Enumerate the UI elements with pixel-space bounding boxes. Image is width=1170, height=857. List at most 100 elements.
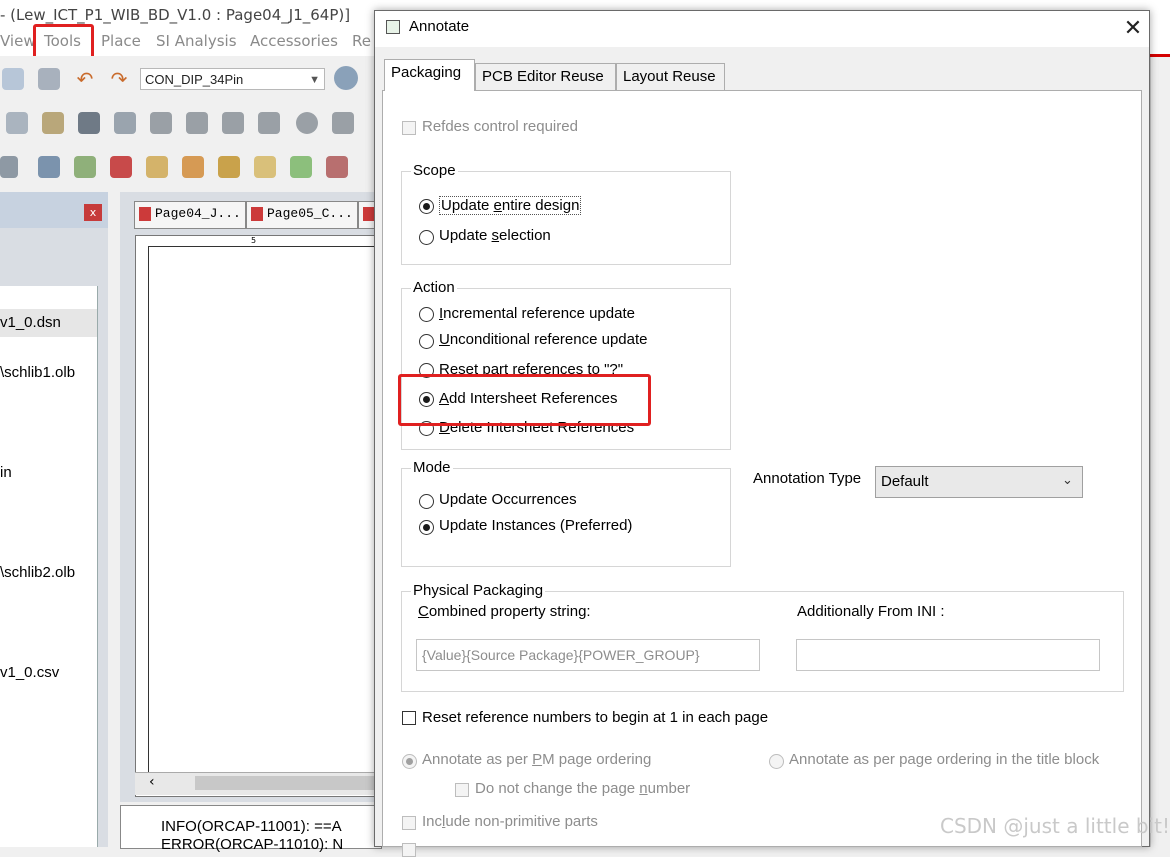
export-icon[interactable] [74, 156, 96, 178]
scope-title: Scope [411, 162, 458, 179]
watermark: CSDN @just a little bit! [940, 814, 1170, 838]
dialog-title-bar [375, 11, 1149, 47]
annotation-type-select[interactable]: Default [875, 466, 1083, 498]
annotation-type-label: Annotation Type [753, 470, 862, 487]
table-icon[interactable] [326, 156, 348, 178]
additionally-from-ini-input[interactable] [796, 639, 1100, 671]
annotate-icon[interactable] [218, 156, 240, 178]
tree-item-dsn[interactable]: v1_0.dsn [0, 314, 61, 331]
label-annotate-pm-ordering: Annotate as per PM page ordering [422, 751, 652, 768]
netlist-icon[interactable] [38, 156, 60, 178]
schematic-border [148, 246, 149, 776]
menu-si-analysis[interactable]: SI Analysis [156, 30, 237, 56]
close-icon[interactable]: ✕ [1118, 14, 1148, 44]
probe-voltage-icon[interactable] [150, 112, 172, 134]
results-icon[interactable] [114, 112, 136, 134]
radio-annotate-pm-ordering[interactable] [402, 754, 417, 769]
tree-item-in[interactable]: in [0, 464, 12, 481]
scroll-left-icon[interactable]: ‹ [149, 774, 155, 790]
physical-packaging-title: Physical Packaging [411, 582, 546, 599]
bom-icon[interactable] [146, 156, 168, 178]
radio-incremental-reference-update[interactable] [419, 307, 434, 322]
project-close-icon[interactable]: x [84, 204, 102, 221]
scrollbar-thumb[interactable] [195, 776, 380, 790]
label-update-occurrences: Update Occurrences [439, 491, 577, 508]
radio-update-selection[interactable] [419, 230, 434, 245]
refdes-control-label: Refdes control required [422, 118, 578, 135]
redo-icon[interactable]: ↷ [108, 68, 130, 90]
chevron-down-icon: ▼ [309, 74, 320, 86]
drc-icon[interactable] [182, 156, 204, 178]
reset-reference-numbers-checkbox[interactable] [402, 711, 416, 725]
scope-group [401, 171, 731, 265]
combined-property-label: Combined property string: [418, 603, 591, 620]
edit-icon[interactable] [254, 156, 276, 178]
part-combo[interactable]: CON_DIP_34Pin ▼ [140, 68, 325, 90]
include-non-primitive-checkbox[interactable] [402, 816, 416, 830]
add-intersheet-highlight [398, 374, 651, 426]
reset-reference-numbers-label: Reset reference numbers to begin at 1 in… [422, 709, 769, 726]
part-combo-value: CON_DIP_34Pin [145, 72, 244, 87]
schematic-border-top [148, 246, 378, 247]
tab-packaging[interactable]: Packaging [384, 59, 475, 91]
radio-update-occurrences[interactable] [419, 494, 434, 509]
app-title: - (Lew_ICT_P1_WIB_BD_V1.0 : Page04_J1_64… [0, 6, 351, 24]
schematic-page-icon [251, 206, 263, 221]
do-not-change-page-label: Do not change the page number [475, 780, 691, 797]
tab-pcb-editor-reuse[interactable]: PCB Editor Reuse [475, 63, 616, 90]
mode-title: Mode [411, 459, 453, 476]
menu-view[interactable]: View [0, 30, 36, 56]
toolbar-tools [0, 146, 380, 188]
undo-icon[interactable]: ↶ [74, 68, 96, 90]
paste-icon[interactable] [38, 68, 60, 90]
dialog-app-icon [386, 20, 400, 34]
radio-annotate-title-block-ordering[interactable] [769, 754, 784, 769]
label-update-selection: Update selection [439, 227, 551, 244]
menu-reports[interactable]: Re [352, 30, 371, 56]
probe-diff-icon[interactable] [258, 112, 280, 134]
log-line-info: INFO(ORCAP-11001): ==A [161, 818, 342, 835]
edit-profile-icon[interactable] [42, 112, 64, 134]
combined-property-input[interactable]: {Value}{Source Package}{POWER_GROUP} [416, 639, 760, 671]
label-annotate-title-block-ordering: Annotate as per page ordering in the tit… [789, 751, 1100, 768]
radio-update-instances[interactable] [419, 520, 434, 535]
tab-page05-label: Page05_C... [267, 206, 353, 221]
toolbar-simulation [0, 100, 380, 146]
cart-icon[interactable] [110, 156, 132, 178]
bias-icon[interactable] [332, 112, 354, 134]
tab-layout-reuse[interactable]: Layout Reuse [616, 63, 725, 90]
log-line-error: ERROR(ORCAP-11010): N [161, 836, 344, 853]
menu-place[interactable]: Place [101, 30, 141, 56]
voltage-marker-icon[interactable] [296, 112, 318, 134]
session-log: INFO(ORCAP-11001): ==A ERROR(ORCAP-11010… [120, 805, 382, 853]
label-update-entire-design: Update entire design [439, 196, 582, 215]
tree-item-schlib2[interactable]: \schlib2.olb [0, 564, 75, 581]
menu-accessories[interactable]: Accessories [250, 30, 338, 56]
arrow-icon[interactable] [0, 156, 18, 178]
radio-unconditional-reference-update[interactable] [419, 334, 434, 349]
probe-power-icon[interactable] [222, 112, 244, 134]
run-icon[interactable] [78, 112, 100, 134]
schematic-canvas[interactable]: 5 [135, 235, 382, 797]
search-icon[interactable] [334, 66, 358, 90]
ruler-mark: 5 [251, 236, 257, 245]
annotation-type-value: Default [881, 473, 929, 490]
dialog-title: Annotate [409, 18, 470, 35]
forward-icon[interactable] [290, 156, 312, 178]
schematic-page-icon [139, 206, 151, 221]
refdes-control-checkbox[interactable] [402, 121, 416, 135]
tab-page04[interactable]: Page04_J... [134, 201, 246, 229]
label-update-instances: Update Instances (Preferred) [439, 517, 633, 534]
do-not-change-page-checkbox[interactable] [455, 783, 469, 797]
copy-icon[interactable] [2, 68, 24, 90]
radio-update-entire-design[interactable] [419, 199, 434, 214]
waveform-icon[interactable] [6, 112, 28, 134]
tree-item-csv[interactable]: v1_0.csv [0, 664, 59, 681]
tab-page05[interactable]: Page05_C... [246, 201, 358, 229]
tree-item-schlib1[interactable]: \schlib1.olb [0, 364, 75, 381]
label-unconditional-reference-update: Unconditional reference update [439, 331, 648, 348]
background-red-line [1150, 54, 1170, 57]
probe-current-icon[interactable] [186, 112, 208, 134]
action-title: Action [411, 279, 457, 296]
next-option-checkbox[interactable] [402, 843, 416, 857]
